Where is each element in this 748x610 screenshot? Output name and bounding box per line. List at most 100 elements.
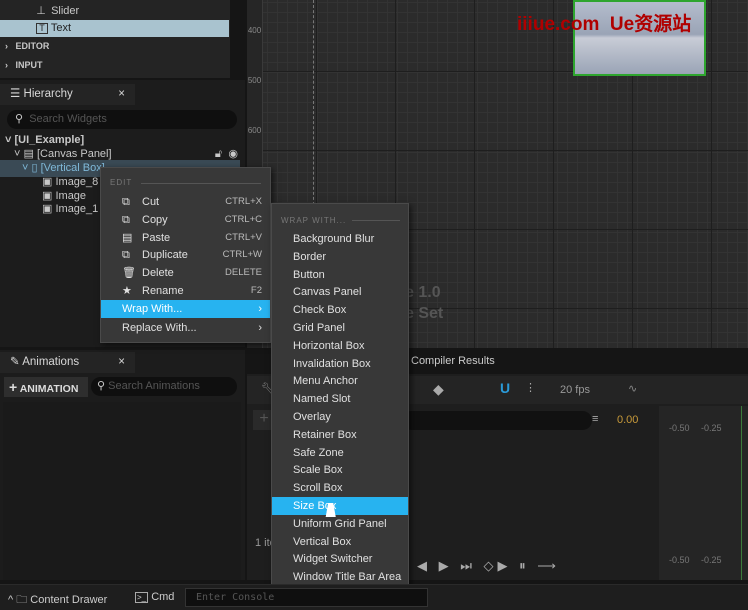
wrap-item-label: Border [293,250,327,263]
wrap-item[interactable]: Check Box [272,301,408,319]
menu-item-delete[interactable]: 🗑︎ Delete DELETE [101,264,270,282]
chevron-right-icon: › [258,322,262,334]
copy-icon: ⧉ [122,214,130,226]
wrap-item-label: Scroll Box [293,482,343,495]
chevron-right-icon: › [5,60,8,70]
watermark: iiiue.com Ue资源站 [517,14,692,35]
wrap-item[interactable]: Overlay [272,408,408,426]
context-menu: EDIT ⧉ Cut CTRL+X ⧉ Copy CTRL+C ▤ Paste CTRL+V… [100,167,271,343]
wrap-item-label: Background Blur [293,233,375,245]
wrap-item[interactable]: Scroll Box [272,479,408,497]
tree-item[interactable]: ▣ Image_1 [42,201,98,218]
menu-item-duplicate[interactable]: ⧉ Duplicate CTRL+W [101,246,270,264]
wrap-item[interactable]: Safe Zone [272,444,408,462]
category-editor[interactable]: › EDITOR [5,38,49,55]
search-animations-input[interactable]: ⚲ Search Animations [91,377,237,396]
wrap-item-label: Check Box [293,304,347,317]
wrap-item[interactable]: Menu Anchor [272,372,408,390]
text-icon: T [36,23,48,34]
close-icon[interactable]: × [118,352,125,373]
wrap-item[interactable]: Retainer Box [272,426,408,444]
current-time[interactable]: 0.00 [617,414,638,426]
menu-item-rename[interactable]: ★ Rename F2 [101,282,270,300]
category-input[interactable]: › INPUT [5,57,43,74]
cmd-button[interactable]: >_ Cmd [135,591,174,603]
fps-dropdown[interactable]: 20 fps [560,384,590,396]
palette-panel: ⊥ Slider T Text › EDITOR › INPUT [0,0,230,78]
tab-animations[interactable]: ✎ Animations × [0,352,135,373]
palette-item-text[interactable]: T Text [0,20,229,37]
viewport-overlay-text: e 1.0 [405,284,441,301]
magnet-icon[interactable]: U [500,380,510,396]
playhead-marker[interactable] [741,406,748,580]
canvas-icon: ▤ [23,148,34,160]
paste-icon: ▤ [122,232,133,244]
vertical-box-icon: ▯ [31,162,38,174]
palette-item-slider[interactable]: ⊥ Slider [34,3,79,20]
chevron-right-icon: › [5,41,8,51]
time-tick: -0.25 [701,423,722,433]
wrap-item-label: Invalidation Box [293,357,371,370]
wrap-item[interactable]: Uniform Grid Panel [272,515,408,533]
wrap-item-label: Menu Anchor [293,375,358,388]
wrap-item[interactable]: Named Slot [272,390,408,408]
menu-item-replace-with[interactable]: Replace With... › [101,319,270,337]
wrap-item[interactable]: Scale Box [272,461,408,479]
animations-panel: ✎ Animations × + ANIMATION ⚲ Search Anim… [0,350,245,580]
wrap-item[interactable]: Border [272,248,408,266]
terminal-icon: >_ [135,592,149,603]
folder-icon: 🗀︎ [16,594,28,606]
wrap-item[interactable]: Vertical Box [272,533,408,551]
wrap-item[interactable]: Size Box [272,497,408,515]
wrap-with-submenu: WRAP WITH... Background Blur Border Button… [271,203,409,604]
wrap-item-label: Overlay [293,411,331,423]
viewport-overlay-text: e Set [405,305,444,322]
wrap-item[interactable]: Grid Panel [272,319,408,337]
time-tick: -0.50 [669,423,690,433]
wrap-item-label: Canvas Panel [293,286,362,299]
content-drawer-button[interactable]: ^ 🗀︎ Content Drawer [8,591,107,610]
curve-icon[interactable]: ∿ [628,382,637,395]
wrap-item[interactable]: Widget Switcher [272,550,408,568]
canvas-boundary [313,0,314,210]
menu-section-edit: EDIT [110,178,133,187]
close-icon[interactable]: × [118,84,125,105]
wrap-item-label: Scale Box [293,464,343,477]
wrap-item[interactable]: Invalidation Box [272,355,408,373]
filter-icon[interactable]: ≡ [592,413,598,425]
cut-icon: ⧉ [122,196,130,208]
key-icon[interactable]: ◆ [433,381,444,398]
wrap-item[interactable]: Button [272,266,408,284]
menu-item-copy[interactable]: ⧉ Copy CTRL+C [101,211,270,229]
duplicate-icon: ⧉ [122,249,130,261]
menu-item-wrap-with[interactable]: Wrap With... › [101,300,270,318]
ruler-label: 600 [247,126,262,135]
wrap-item-label: Button [293,268,325,281]
divider [141,183,261,184]
menu-item-paste[interactable]: ▤ Paste CTRL+V [101,229,270,247]
wrap-item-label: Safe Zone [293,446,344,459]
menu-item-cut[interactable]: ⧉ Cut CTRL+X [101,193,270,211]
add-animation-button[interactable]: + ANIMATION [4,377,88,397]
wrap-item-label: Uniform Grid Panel [293,517,387,530]
wrap-item[interactable]: Horizontal Box [272,337,408,355]
playback-controls[interactable]: ◀ ▶ ⏭ ◇▶ ⏸ ⟶ [417,558,560,574]
chevron-up-icon: ^ [8,594,14,606]
track-search-input[interactable] [402,411,592,430]
image-icon: ▣ [42,176,53,188]
pin-icon: ✎ [10,356,20,368]
wrap-item[interactable]: Background Blur [272,230,408,248]
tab-hierarchy[interactable]: ☰ Hierarchy × [0,84,135,105]
more-icon[interactable]: ⋮ [525,381,536,394]
search-icon: ⚲ [97,380,106,392]
search-widgets-input[interactable]: ⚲ Search Widgets [7,110,237,129]
plus-icon: + [9,379,18,395]
search-icon: ⚲ [15,113,24,125]
wrap-item-label: Horizontal Box [293,339,365,352]
wrap-item[interactable]: Canvas Panel [272,283,408,301]
trash-icon: 🗑︎ [122,267,136,279]
console-input[interactable]: Enter Console [185,588,428,607]
chevron-right-icon: › [258,303,262,315]
tab-compiler-results[interactable]: Compiler Results [411,355,495,367]
time-tick: -0.25 [701,555,722,565]
